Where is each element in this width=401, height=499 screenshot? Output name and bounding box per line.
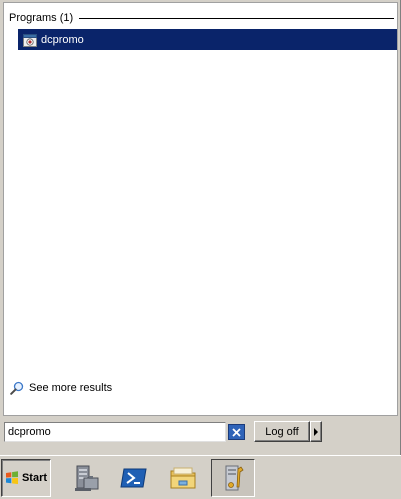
dcpromo-program-icon [23, 33, 37, 47]
server-manager-icon [75, 465, 99, 491]
taskbar: Start [0, 455, 401, 499]
taskbar-server-manager[interactable] [64, 459, 108, 497]
search-results-pane: Programs (1) dcpromo See more results [3, 2, 398, 416]
start-menu: Programs (1) dcpromo See more results dc… [0, 0, 401, 455]
clear-search-button[interactable] [228, 424, 245, 440]
administrative-tools-icon [225, 465, 244, 491]
programs-group-header: Programs (1) [9, 10, 394, 26]
search-icon [10, 381, 24, 395]
result-item-dcpromo[interactable]: dcpromo [18, 29, 397, 50]
search-input[interactable] [4, 422, 226, 442]
start-button[interactable]: Start [1, 459, 51, 497]
taskbar-powershell[interactable] [112, 459, 156, 497]
chevron-right-icon [314, 427, 318, 436]
taskbar-administrative-tools[interactable] [211, 459, 255, 497]
close-icon [232, 427, 241, 437]
windows-explorer-icon [170, 467, 196, 489]
search-row: Log off [0, 418, 400, 448]
group-divider [79, 18, 394, 19]
log-off-button[interactable]: Log off [254, 421, 310, 442]
result-item-label: dcpromo [41, 33, 84, 46]
see-more-results-link[interactable]: See more results [10, 380, 112, 396]
start-label: Start [21, 472, 48, 484]
programs-group-label: Programs (1) [9, 12, 74, 24]
taskbar-windows-explorer[interactable] [161, 459, 205, 497]
screen: Programs (1) dcpromo See more results dc… [0, 0, 401, 499]
shutdown-options-button[interactable] [310, 421, 322, 442]
see-more-results-label: See more results [29, 382, 113, 394]
powershell-icon [120, 468, 147, 488]
windows-logo-icon [5, 471, 19, 485]
